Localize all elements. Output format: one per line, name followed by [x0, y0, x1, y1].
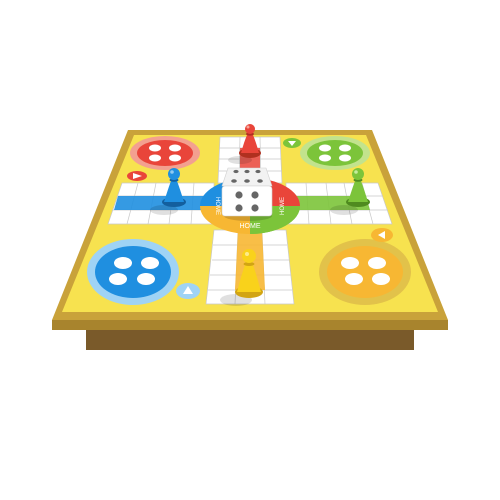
dice-pip	[251, 191, 259, 199]
red-base-slot	[169, 144, 181, 152]
dice-pip	[231, 179, 237, 183]
yellow-base-slot	[345, 273, 363, 285]
dice[interactable]	[221, 167, 273, 221]
dice-pip	[235, 191, 243, 199]
green-base-slot	[339, 144, 351, 152]
blue-arrow-icon	[176, 283, 200, 299]
dice-pip	[251, 204, 259, 212]
red-base-slot	[169, 154, 181, 162]
dice-pip	[255, 169, 261, 174]
yellow-base-slot	[368, 257, 386, 269]
track-left	[107, 182, 215, 225]
dice-pip	[235, 204, 243, 212]
blue-base	[87, 239, 179, 305]
board-side-edge	[52, 320, 448, 330]
green-base-slot	[319, 154, 331, 162]
green-arrow-icon	[283, 138, 301, 148]
home-label-bottom: HOME	[240, 223, 261, 230]
dice-pip	[244, 169, 250, 174]
yellow-arrow-icon	[371, 228, 393, 242]
green-base	[300, 136, 370, 170]
yellow-base-slot	[341, 257, 359, 269]
red-base-slot	[149, 144, 161, 152]
yellow-base	[319, 239, 411, 305]
blue-base-slot	[141, 257, 159, 269]
yellow-base-slot	[372, 273, 390, 285]
red-arrow-icon	[127, 171, 147, 181]
blue-base-slot	[114, 257, 132, 269]
dice-front-face	[221, 185, 273, 217]
ludo-game-scene: HOME HOME HOME	[52, 124, 448, 350]
dice-pip	[244, 179, 250, 183]
board-stand	[86, 328, 414, 350]
dice-pip	[257, 179, 263, 183]
track-right	[285, 182, 393, 225]
blue-base-slot	[137, 273, 155, 285]
red-base	[130, 136, 200, 170]
home-label-left: HOME	[214, 197, 220, 215]
home-label-right: HOME	[280, 197, 286, 215]
green-base-slot	[339, 154, 351, 162]
blue-base-slot	[109, 273, 127, 285]
dice-pip	[233, 169, 239, 174]
red-base-slot	[149, 154, 161, 162]
green-base-slot	[319, 144, 331, 152]
